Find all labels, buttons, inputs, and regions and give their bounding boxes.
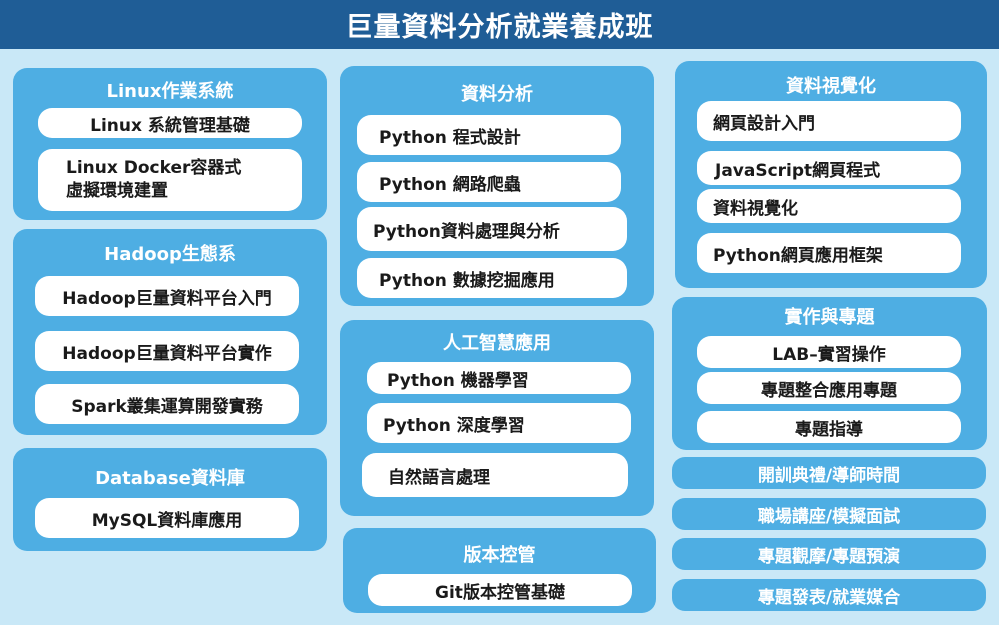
panel-visualization: 資料視覺化 網頁設計入門 JavaScript網頁程式 資料視覺化 Python… [675,61,987,288]
event-career-seminar: 職場講座/模擬面試 [672,498,986,530]
course-python-programming: Python 程式設計 [357,115,621,155]
panel-title-linux: Linux作業系統 [106,81,234,102]
course-python-ml: Python 機器學習 [367,362,631,394]
event-opening-ceremony: 開訓典禮/導師時間 [672,457,986,489]
panel-title-analysis: 資料分析 [461,84,533,105]
panel-version-control: 版本控管 Git版本控管基礎 [343,528,656,613]
panel-title-ai: 人工智慧應用 [443,333,551,354]
course-hadoop-intro: Hadoop巨量資料平台入門 [35,276,299,316]
panel-database: Database資料庫 MySQL資料庫應用 [13,448,327,551]
course-python-web-framework: Python網頁應用框架 [697,233,961,273]
panel-linux: Linux作業系統 Linux 系統管理基礎 Linux Docker容器式 虛… [13,68,327,220]
course-javascript: JavaScript網頁程式 [697,151,961,185]
panel-project: 實作與專題 LAB–實習操作 專題整合應用專題 專題指導 [672,297,987,450]
panel-title-database: Database資料庫 [95,468,245,489]
course-mysql: MySQL資料庫應用 [35,498,299,538]
panel-title-version-control: 版本控管 [463,545,536,566]
event-project-preview: 專題觀摩/專題預演 [672,538,986,570]
course-python-crawler: Python 網路爬蟲 [357,162,621,202]
course-python-data-mining: Python 數據挖掘應用 [357,258,627,298]
course-project-guidance: 專題指導 [697,411,961,443]
event-project-presentation: 專題發表/就業媒合 [672,579,986,611]
course-linux-docker-line1: Linux Docker容器式 [66,158,242,178]
course-python-data-processing: Python資料處理與分析 [357,207,627,251]
course-web-design: 網頁設計入門 [697,101,961,141]
panel-analysis: 資料分析 Python 程式設計 Python 網路爬蟲 Python資料處理與… [340,66,654,306]
course-linux-admin: Linux 系統管理基礎 [38,108,302,138]
course-project-integration: 專題整合應用專題 [697,372,961,404]
course-linux-docker-line2: 虛擬環境建置 [66,181,168,201]
panel-title-project: 實作與專題 [784,307,875,328]
course-git: Git版本控管基礎 [368,574,632,606]
panel-hadoop: Hadoop生態系 Hadoop巨量資料平台入門 Hadoop巨量資料平台實作 … [13,229,327,435]
course-linux-docker: Linux Docker容器式 虛擬環境建置 [38,149,302,211]
course-data-visualization: 資料視覺化 [697,189,961,223]
panel-title-visualization: 資料視覺化 [786,76,876,97]
page-title: 巨量資料分析就業養成班 [0,0,999,49]
panel-ai: 人工智慧應用 Python 機器學習 Python 深度學習 自然語言處理 [340,320,654,516]
course-hadoop-practice: Hadoop巨量資料平台實作 [35,331,299,371]
panel-title-hadoop: Hadoop生態系 [104,244,236,265]
course-nlp: 自然語言處理 [362,453,628,497]
course-spark: Spark叢集運算開發實務 [35,384,299,424]
course-lab: LAB–實習操作 [697,336,961,368]
course-python-dl: Python 深度學習 [367,403,631,443]
